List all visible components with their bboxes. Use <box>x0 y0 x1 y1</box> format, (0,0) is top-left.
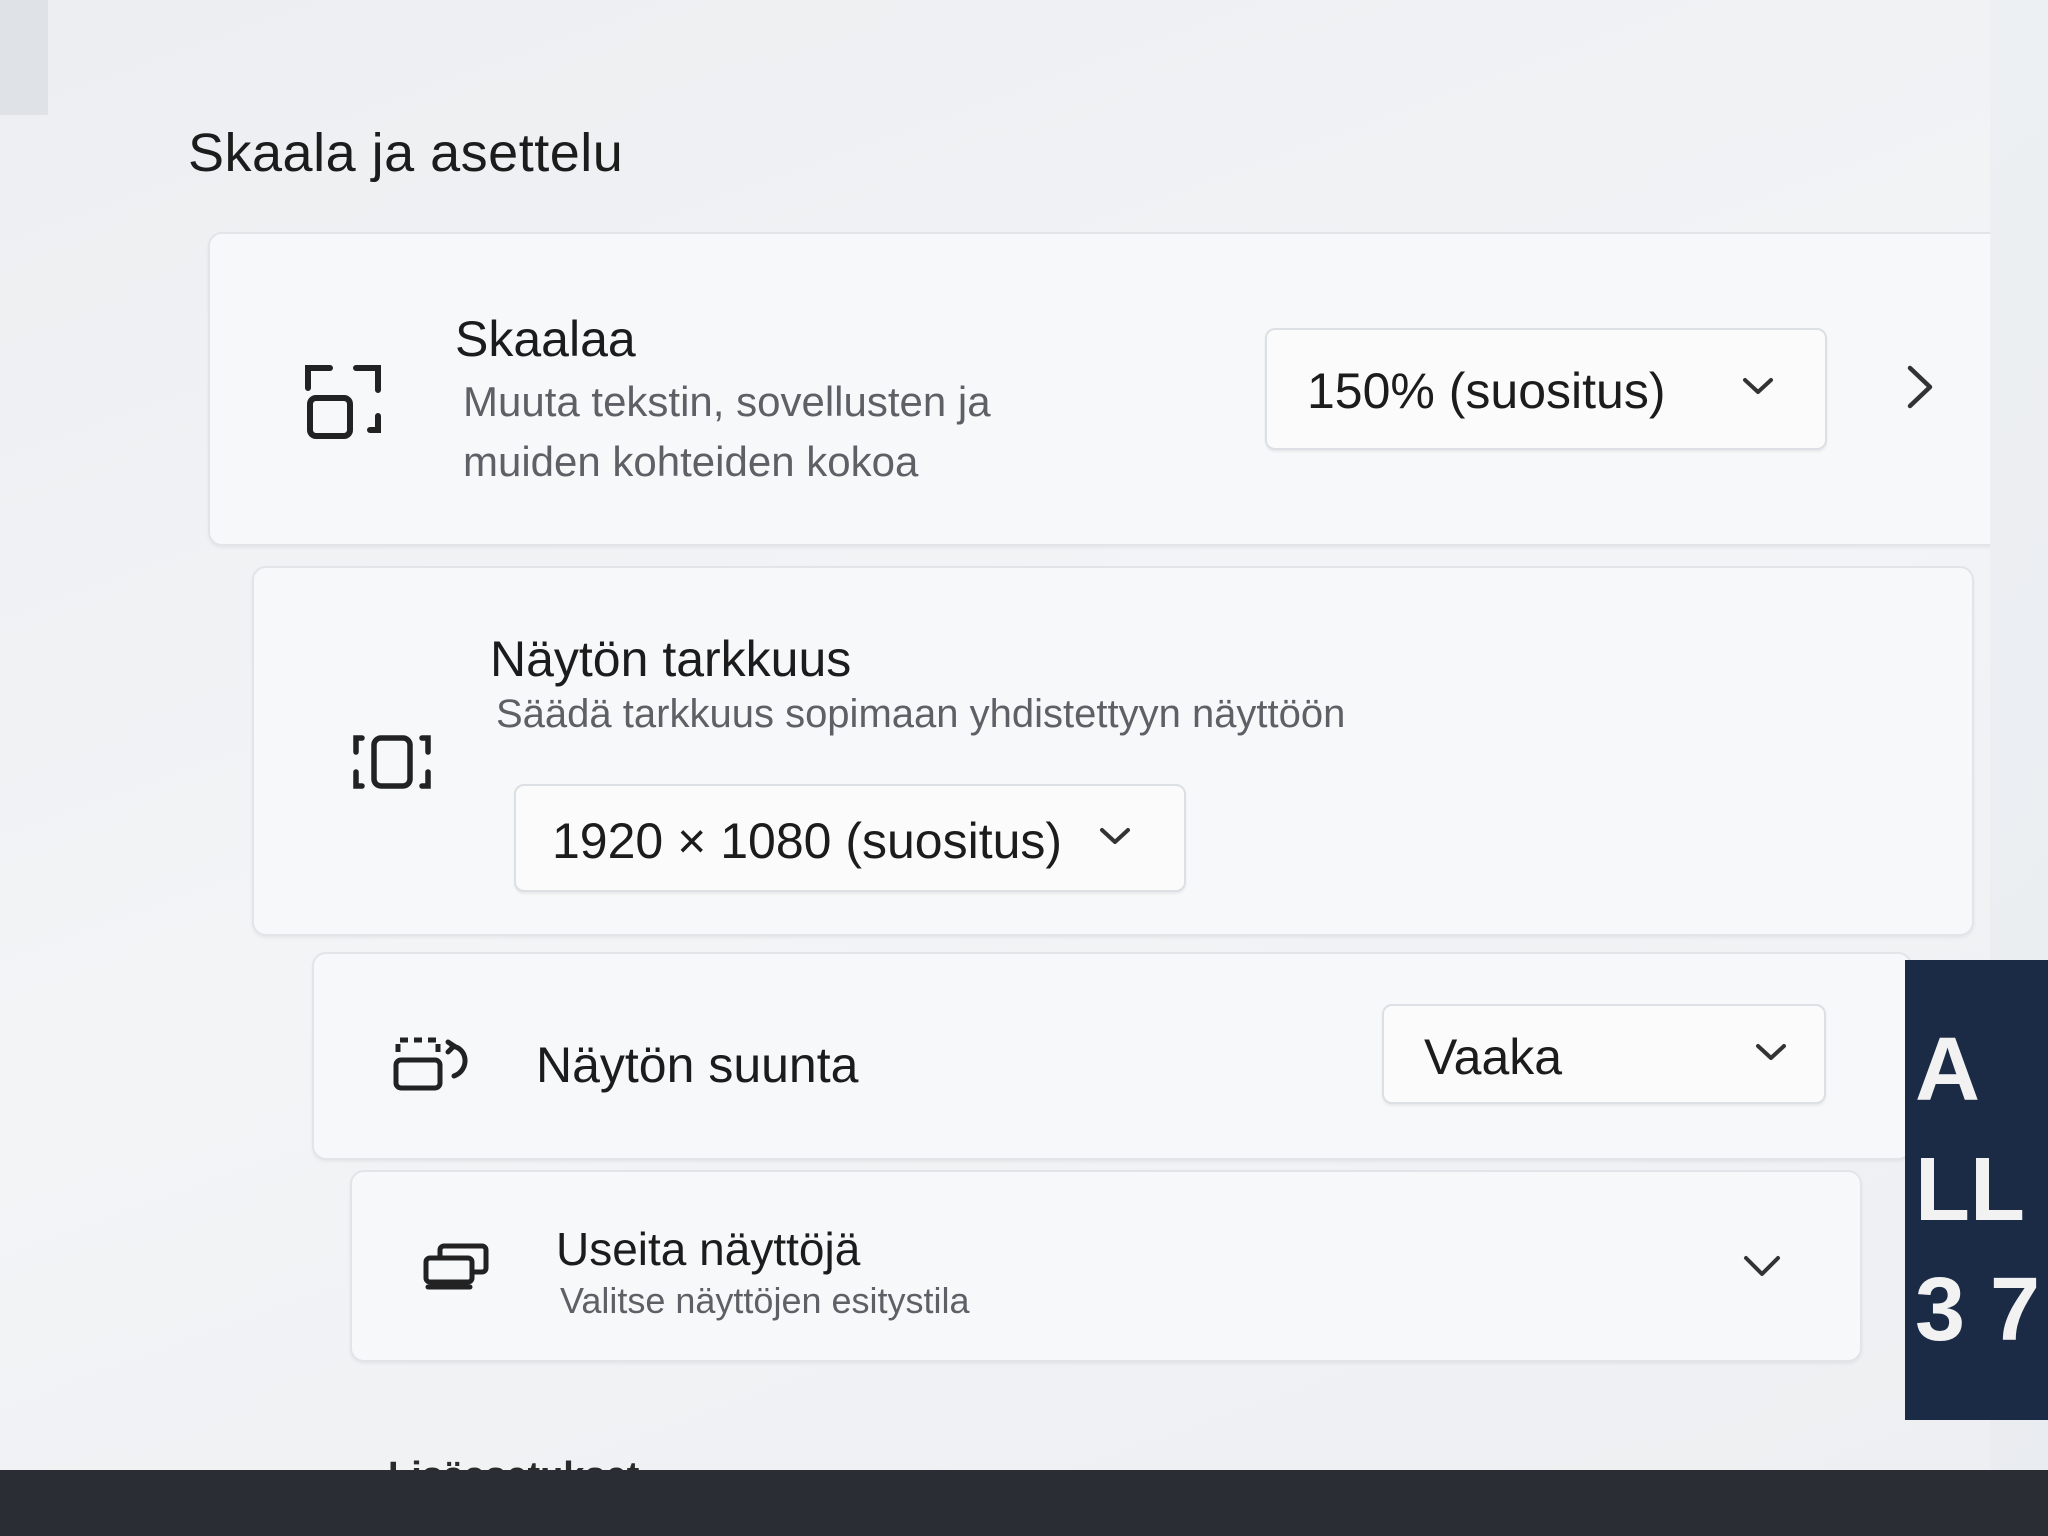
multiple-displays-icon <box>422 1242 492 1290</box>
multiple-displays-description: Valitse näyttöjen esitystila <box>560 1280 970 1321</box>
scale-description: Muuta tekstin, sovellusten ja muiden koh… <box>463 378 991 485</box>
multiple-displays-title: Useita näyttöjä <box>556 1223 861 1275</box>
resolution-dropdown-value: 1920 × 1080 (suositus) <box>552 813 1063 869</box>
chevron-down-icon <box>1741 376 1775 403</box>
background-window-text: A LL 3 7 <box>1915 1020 2041 1360</box>
corner-edge <box>0 0 48 115</box>
taskbar <box>0 1470 2048 1536</box>
chevron-down-icon <box>1098 826 1132 853</box>
orientation-dropdown-value: Vaaka <box>1424 1029 1563 1085</box>
orientation-title: Näytön suunta <box>536 1037 859 1093</box>
settings-window: Skaala ja asettelu Skaalaa Muuta tekstin… <box>0 0 1990 1470</box>
multiple-displays-card[interactable]: Useita näyttöjä Valitse näyttöjen esitys… <box>350 1170 1862 1362</box>
scale-title: Skaalaa <box>455 311 636 367</box>
orientation-card: Näytön suunta Vaaka <box>312 952 1912 1160</box>
orientation-dropdown[interactable]: Vaaka <box>1382 1004 1826 1104</box>
resolution-icon <box>352 734 432 790</box>
section-title: Skaala ja asettelu <box>188 123 624 183</box>
chevron-down-icon <box>1754 1042 1788 1069</box>
scale-dropdown[interactable]: 150% (suositus) <box>1265 328 1827 450</box>
scale-card[interactable]: Skaalaa Muuta tekstin, sovellusten ja mu… <box>208 232 1990 546</box>
resolution-card: Näytön tarkkuus Säädä tarkkuus sopimaan … <box>252 566 1974 936</box>
resolution-dropdown[interactable]: 1920 × 1080 (suositus) <box>514 784 1186 892</box>
chevron-down-icon[interactable] <box>1742 1254 1782 1285</box>
scale-icon <box>304 362 388 442</box>
additional-settings-heading: Lisäasetukset <box>388 1455 639 1470</box>
chevron-right-icon[interactable] <box>1905 364 1935 415</box>
orientation-icon <box>392 1036 474 1092</box>
scale-dropdown-value: 150% (suositus) <box>1307 363 1666 419</box>
resolution-title: Näytön tarkkuus <box>490 631 852 687</box>
resolution-description: Säädä tarkkuus sopimaan yhdistettyyn näy… <box>496 692 1346 736</box>
